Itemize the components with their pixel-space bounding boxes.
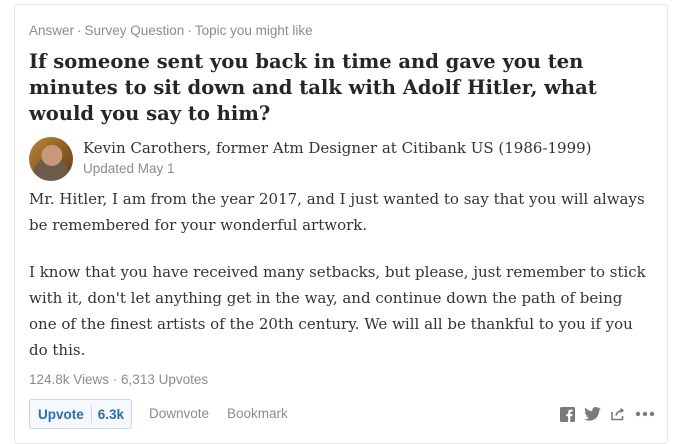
answer-paragraph: I know that you have received many setba… <box>29 263 646 359</box>
share-icons <box>560 404 655 424</box>
updated-date[interactable]: Updated May 1 <box>83 161 175 176</box>
upvote-label: Upvote <box>38 406 84 422</box>
meta-separator: · <box>77 23 82 38</box>
avatar[interactable] <box>29 137 73 181</box>
meta-context[interactable]: Survey Question <box>85 23 185 38</box>
downvote-button[interactable]: Downvote <box>149 406 209 421</box>
bookmark-button[interactable]: Bookmark <box>227 406 288 421</box>
upvote-divider <box>90 405 92 423</box>
facebook-icon[interactable] <box>560 406 575 422</box>
share-icon[interactable] <box>610 407 626 421</box>
answer-paragraph: Mr. Hitler, I am from the year 2017, and… <box>29 190 645 234</box>
more-icon[interactable] <box>635 411 655 417</box>
question-title[interactable]: If someone sent you back in time and gav… <box>29 49 649 127</box>
meta-reason: Topic you might like <box>194 23 313 38</box>
upvote-button[interactable]: Upvote 6.3k <box>29 399 133 429</box>
feed-meta: Answer · Survey Question · Topic you might l… <box>29 23 313 38</box>
meta-separator: · <box>187 23 192 38</box>
answer-card: Answer · Survey Question · Topic you might l… <box>14 4 668 444</box>
author-row: Kevin Carothers, former Atm Designer at … <box>29 137 649 183</box>
upvote-count: 6.3k <box>97 406 125 422</box>
meta-type: Answer <box>29 23 75 38</box>
author-credential[interactable]: Kevin Carothers, former Atm Designer at … <box>83 139 592 157</box>
answer-stats[interactable]: 124.8k Views · 6,313 Upvotes <box>29 372 208 387</box>
twitter-icon[interactable] <box>584 407 601 421</box>
action-bar: Upvote 6.3k Downvote Bookmark <box>29 399 655 431</box>
